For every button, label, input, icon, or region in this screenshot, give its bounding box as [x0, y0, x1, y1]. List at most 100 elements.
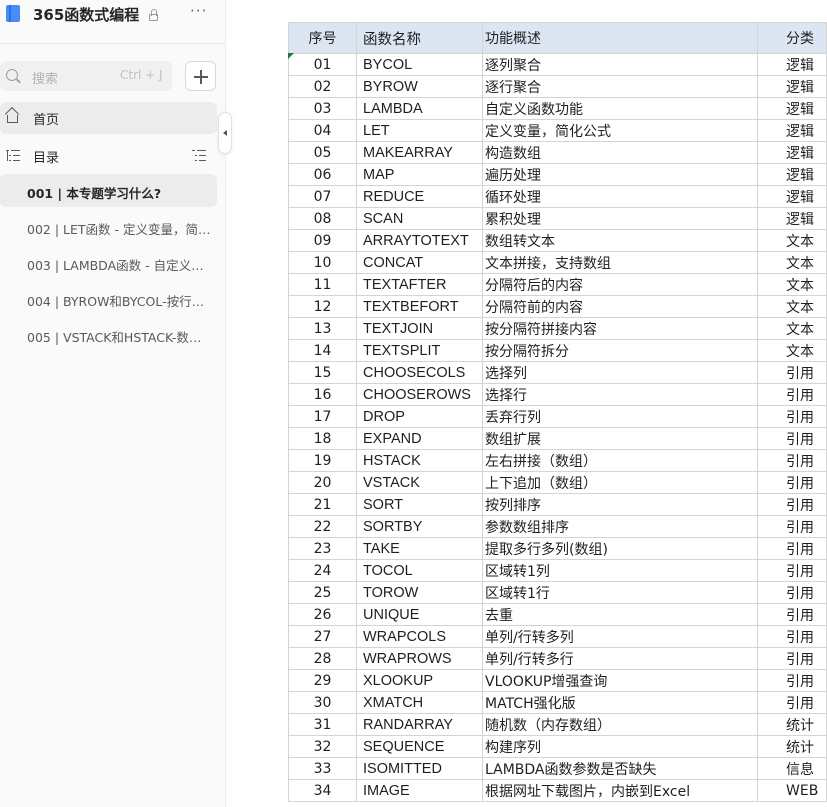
cell-function-name[interactable]: XMATCH — [356, 691, 483, 714]
cell-description[interactable]: 构建序列 — [482, 735, 758, 758]
doc-item[interactable]: 004 | BYROW和BYCOL-按行按列聚合 — [0, 282, 217, 315]
cell-number[interactable]: 34 — [288, 779, 357, 802]
cell-function-name[interactable]: EXPAND — [356, 427, 483, 450]
cell-function-name[interactable]: WRAPROWS — [356, 647, 483, 670]
cell-description[interactable]: 数组扩展 — [482, 427, 758, 450]
cell-category[interactable]: 逻辑 — [757, 97, 827, 120]
cell-category[interactable]: WEB — [757, 779, 827, 802]
cell-description[interactable]: 逐列聚合 — [482, 53, 758, 76]
cell-function-name[interactable]: CONCAT — [356, 251, 483, 274]
cell-category[interactable]: 文本 — [757, 251, 827, 274]
cell-function-name[interactable]: SORTBY — [356, 515, 483, 538]
cell-description[interactable]: 分隔符后的内容 — [482, 273, 758, 296]
cell-category[interactable]: 文本 — [757, 229, 827, 252]
cell-function-name[interactable]: MAP — [356, 163, 483, 186]
cell-category[interactable]: 引用 — [757, 559, 827, 582]
cell-number[interactable]: 04 — [288, 119, 357, 142]
cell-category[interactable]: 逻辑 — [757, 163, 827, 186]
cell-category[interactable]: 引用 — [757, 493, 827, 516]
cell-number[interactable]: 22 — [288, 515, 357, 538]
cell-number[interactable]: 31 — [288, 713, 357, 736]
cell-function-name[interactable]: XLOOKUP — [356, 669, 483, 692]
cell-function-name[interactable]: LET — [356, 119, 483, 142]
cell-category[interactable]: 统计 — [757, 735, 827, 758]
cell-function-name[interactable]: SEQUENCE — [356, 735, 483, 758]
cell-description[interactable]: LAMBDA函数参数是否缺失 — [482, 757, 758, 780]
cell-number[interactable]: 27 — [288, 625, 357, 648]
cell-description[interactable]: 自定义函数功能 — [482, 97, 758, 120]
cell-category[interactable]: 引用 — [757, 405, 827, 428]
cell-number[interactable]: 12 — [288, 295, 357, 318]
cell-number[interactable]: 21 — [288, 493, 357, 516]
cell-function-name[interactable]: LAMBDA — [356, 97, 483, 120]
cell-function-name[interactable]: VSTACK — [356, 471, 483, 494]
sidebar-collapse-handle[interactable] — [218, 112, 232, 154]
cell-number[interactable]: 02 — [288, 75, 357, 98]
cell-description[interactable]: 区域转1列 — [482, 559, 758, 582]
cell-description[interactable]: 单列/行转多行 — [482, 647, 758, 670]
cell-number[interactable]: 11 — [288, 273, 357, 296]
cell-description[interactable]: 逐行聚合 — [482, 75, 758, 98]
cell-number[interactable]: 13 — [288, 317, 357, 340]
cell-function-name[interactable]: BYCOL — [356, 53, 483, 76]
cell-category[interactable]: 引用 — [757, 383, 827, 406]
cell-number[interactable]: 17 — [288, 405, 357, 428]
cell-function-name[interactable]: CHOOSEROWS — [356, 383, 483, 406]
cell-number[interactable]: 29 — [288, 669, 357, 692]
cell-description[interactable]: 选择列 — [482, 361, 758, 384]
cell-function-name[interactable]: TOROW — [356, 581, 483, 604]
cell-number[interactable]: 14 — [288, 339, 357, 362]
cell-function-name[interactable]: TEXTBEFORT — [356, 295, 483, 318]
cell-number[interactable]: 25 — [288, 581, 357, 604]
cell-category[interactable]: 信息 — [757, 757, 827, 780]
cell-description[interactable]: 构造数组 — [482, 141, 758, 164]
cell-description[interactable]: MATCH强化版 — [482, 691, 758, 714]
cell-number[interactable]: 01 — [288, 53, 357, 76]
cell-description[interactable]: 循环处理 — [482, 185, 758, 208]
cell-category[interactable]: 引用 — [757, 537, 827, 560]
cell-description[interactable]: 区域转1行 — [482, 581, 758, 604]
cell-number[interactable]: 16 — [288, 383, 357, 406]
cell-description[interactable]: 丢弃行列 — [482, 405, 758, 428]
cell-description[interactable]: 左右拼接（数组） — [482, 449, 758, 472]
cell-function-name[interactable]: DROP — [356, 405, 483, 428]
cell-number[interactable]: 09 — [288, 229, 357, 252]
cell-category[interactable]: 逻辑 — [757, 53, 827, 76]
cell-description[interactable]: 数组转文本 — [482, 229, 758, 252]
cell-function-name[interactable]: BYROW — [356, 75, 483, 98]
cell-number[interactable]: 30 — [288, 691, 357, 714]
cell-number[interactable]: 28 — [288, 647, 357, 670]
cell-function-name[interactable]: WRAPCOLS — [356, 625, 483, 648]
search-input[interactable]: 搜索 Ctrl + J — [0, 61, 172, 91]
cell-category[interactable]: 逻辑 — [757, 207, 827, 230]
cell-number[interactable]: 08 — [288, 207, 357, 230]
cell-function-name[interactable]: ISOMITTED — [356, 757, 483, 780]
cell-category[interactable]: 逻辑 — [757, 75, 827, 98]
cell-description[interactable]: 累积处理 — [482, 207, 758, 230]
cell-category[interactable]: 引用 — [757, 427, 827, 450]
cell-description[interactable]: 参数数组排序 — [482, 515, 758, 538]
cell-function-name[interactable]: ARRAYTOTEXT — [356, 229, 483, 252]
cell-number[interactable]: 23 — [288, 537, 357, 560]
cell-number[interactable]: 26 — [288, 603, 357, 626]
cell-description[interactable]: 上下追加（数组） — [482, 471, 758, 494]
doc-item[interactable]: 002 | LET函数 - 定义变量，简化公式 — [0, 210, 217, 243]
cell-category[interactable]: 引用 — [757, 625, 827, 648]
cell-description[interactable]: 选择行 — [482, 383, 758, 406]
doc-item[interactable]: 001 | 本专题学习什么? — [0, 174, 217, 207]
cell-number[interactable]: 33 — [288, 757, 357, 780]
doc-item[interactable]: 005 | VSTACK和HSTACK-数组拼接 — [0, 318, 217, 351]
cell-description[interactable]: 按列排序 — [482, 493, 758, 516]
cell-description[interactable]: 按分隔符拆分 — [482, 339, 758, 362]
cell-number[interactable]: 20 — [288, 471, 357, 494]
cell-description[interactable]: 定义变量，简化公式 — [482, 119, 758, 142]
cell-category[interactable]: 引用 — [757, 515, 827, 538]
toc-collapse-icon[interactable] — [192, 149, 206, 162]
cell-category[interactable]: 逻辑 — [757, 185, 827, 208]
cell-function-name[interactable]: SORT — [356, 493, 483, 516]
cell-number[interactable]: 32 — [288, 735, 357, 758]
cell-description[interactable]: 文本拼接，支持数组 — [482, 251, 758, 274]
cell-number[interactable]: 19 — [288, 449, 357, 472]
cell-number[interactable]: 05 — [288, 141, 357, 164]
cell-category[interactable]: 文本 — [757, 295, 827, 318]
